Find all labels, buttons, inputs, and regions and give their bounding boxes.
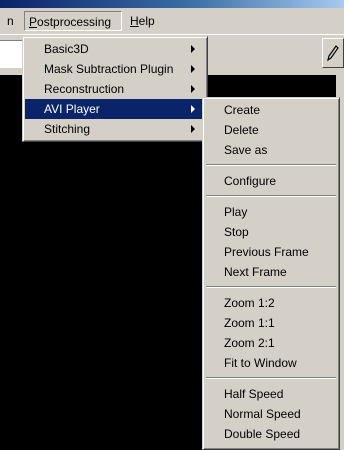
- menu-item-label: Reconstruction: [44, 82, 125, 96]
- submenu-arrow-icon: [191, 45, 195, 53]
- menu-separator: [206, 164, 336, 166]
- pencil-icon: [327, 45, 339, 61]
- postprocessing-dropdown: Basic3D Mask Subtraction Plugin Reconstr…: [22, 36, 208, 142]
- title-bar: [0, 0, 344, 8]
- menu-item-label: AVI Player: [44, 102, 100, 116]
- menu-item-zoom-2-1[interactable]: Zoom 2:1: [205, 333, 337, 353]
- menu-separator: [206, 286, 336, 288]
- menu-item-zoom-1-1[interactable]: Zoom 1:1: [205, 313, 337, 333]
- menu-item-previous-frame[interactable]: Previous Frame: [205, 242, 337, 262]
- menu-item-reconstruction[interactable]: Reconstruction: [25, 79, 205, 99]
- menu-item-configure[interactable]: Configure: [205, 171, 337, 191]
- menu-postprocessing-mnemonic: P: [29, 15, 38, 29]
- menu-postprocessing[interactable]: Postprocessing: [24, 11, 122, 31]
- menu-item-create[interactable]: Create: [205, 100, 337, 120]
- menu-help-label: elp: [138, 14, 155, 28]
- menu-item-delete[interactable]: Delete: [205, 120, 337, 140]
- menu-postprocessing-label: ostprocessing: [37, 15, 112, 29]
- menu-separator: [206, 195, 336, 197]
- submenu-arrow-icon: [191, 65, 195, 73]
- submenu-arrow-icon: [191, 85, 195, 93]
- menu-item-label: Mask Subtraction Plugin: [44, 62, 174, 76]
- menu-item-avi-player[interactable]: AVI Player: [25, 99, 205, 119]
- menu-item-next-frame[interactable]: Next Frame: [205, 262, 337, 282]
- submenu-arrow-icon: [191, 105, 195, 113]
- menu-item-label: Stitching: [44, 122, 91, 136]
- menu-item-half-speed[interactable]: Half Speed: [205, 384, 337, 404]
- menu-partial-item[interactable]: n: [0, 11, 20, 31]
- menu-help-mnemonic: H: [130, 14, 139, 28]
- menu-item-save-as[interactable]: Save as: [205, 140, 337, 160]
- menu-item-zoom-1-2[interactable]: Zoom 1:2: [205, 293, 337, 313]
- menu-item-basic3d[interactable]: Basic3D: [25, 39, 205, 59]
- menu-item-label: Basic3D: [44, 42, 89, 56]
- menu-item-play[interactable]: Play: [205, 202, 337, 222]
- menu-bar: n Postprocessing Help: [0, 8, 344, 35]
- menu-item-stitching[interactable]: Stitching: [25, 119, 205, 139]
- menu-item-normal-speed[interactable]: Normal Speed: [205, 404, 337, 424]
- pencil-tool-button[interactable]: [322, 38, 344, 68]
- menu-separator: [206, 377, 336, 379]
- avi-player-submenu: Create Delete Save as Configure Play Sto…: [202, 97, 340, 450]
- submenu-arrow-icon: [191, 125, 195, 133]
- menu-item-double-speed[interactable]: Double Speed: [205, 424, 337, 444]
- menu-item-mask-subtraction[interactable]: Mask Subtraction Plugin: [25, 59, 205, 79]
- menu-item-fit-to-window[interactable]: Fit to Window: [205, 353, 337, 373]
- menu-help[interactable]: Help: [124, 11, 164, 31]
- menu-item-stop[interactable]: Stop: [205, 222, 337, 242]
